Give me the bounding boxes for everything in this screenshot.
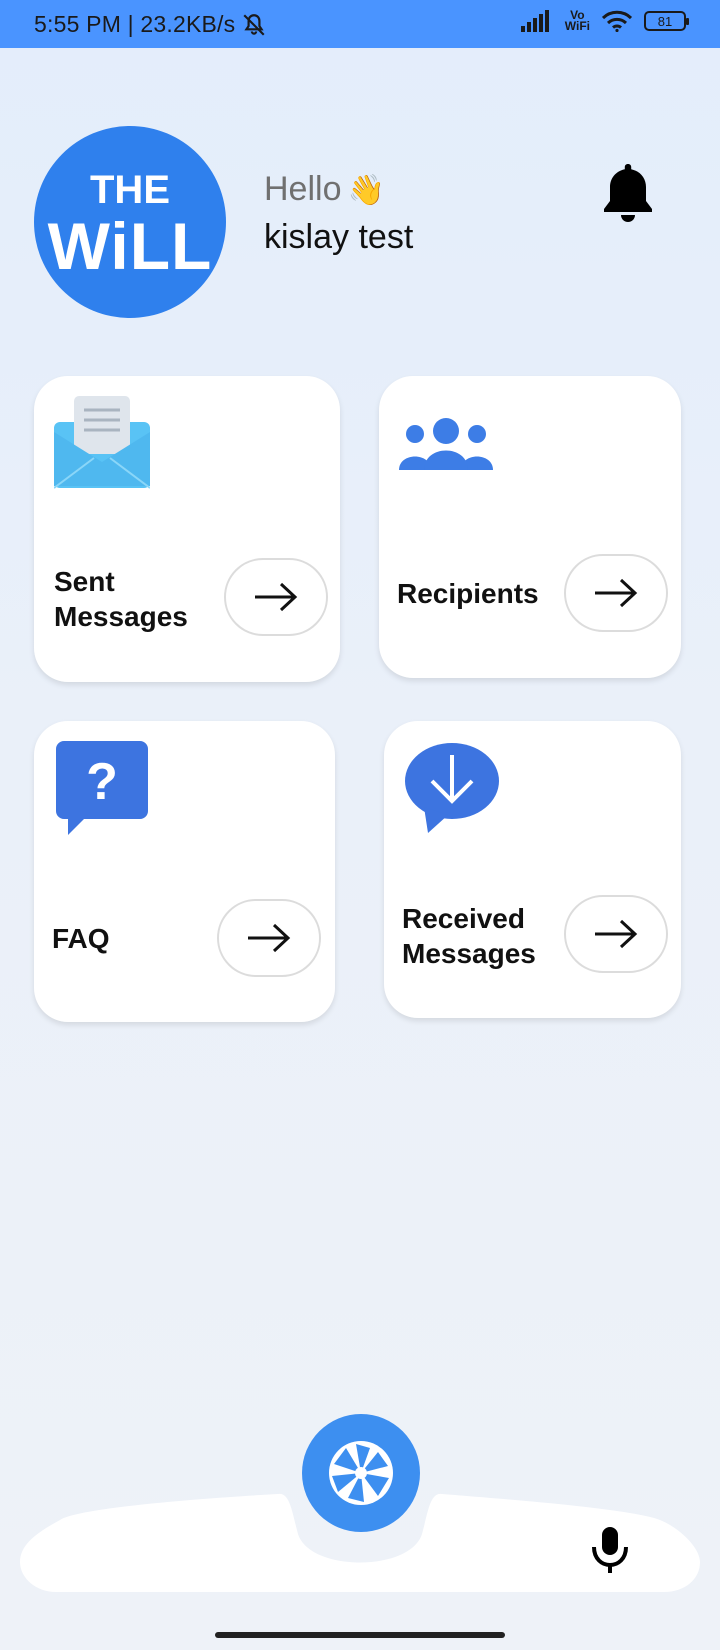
logo-line2: WiLL (47, 209, 213, 283)
sent-messages-arrow-button[interactable] (224, 558, 328, 636)
sent-messages-card[interactable]: Sent Messages (34, 376, 340, 682)
camera-fab-button[interactable] (302, 1414, 420, 1532)
received-label-line2: Messages (402, 938, 536, 969)
faq-card[interactable]: ? FAQ (34, 721, 335, 1022)
group-icon (399, 418, 493, 470)
home-indicator (215, 1632, 505, 1638)
battery-level: 81 (657, 13, 673, 29)
username: kislay test (264, 218, 414, 256)
received-label-line1: Received (402, 903, 525, 934)
camera-shutter-icon (329, 1441, 393, 1505)
mute-bell-icon (243, 13, 265, 36)
greeting: Hello 👋 (264, 170, 385, 209)
faq-label: FAQ (52, 923, 110, 954)
battery-indicator: 81 (644, 11, 689, 31)
status-right: Vo WiFi 81 (520, 9, 689, 33)
sent-label-line2: Messages (54, 601, 188, 632)
svg-text:?: ? (86, 753, 118, 811)
signal-icon (520, 10, 549, 32)
received-messages-card[interactable]: Received Messages (384, 721, 681, 1018)
arrow-right-icon (248, 923, 291, 953)
status-time-speed: 5:55 PM | 23.2KB/s (34, 11, 236, 37)
recipients-label: Recipients (397, 578, 539, 609)
faq-arrow-button[interactable] (217, 899, 321, 977)
sent-messages-label: Sent Messages (54, 564, 188, 634)
vowifi-indicator: Vo WiFi (564, 9, 590, 33)
app-logo: THE WiLL (34, 126, 226, 318)
sent-label-line1: Sent (54, 566, 115, 597)
arrow-right-icon (595, 919, 638, 949)
download-bubble-icon (405, 743, 499, 833)
question-bubble-icon: ? (56, 741, 148, 835)
arrow-right-icon (595, 578, 638, 608)
logo-line1: THE (90, 168, 170, 212)
status-bar: 5:55 PM | 23.2KB/s Vo WiFi 81 (0, 0, 720, 48)
received-messages-arrow-button[interactable] (564, 895, 668, 973)
recipients-card[interactable]: Recipients (379, 376, 681, 678)
status-left: 5:55 PM | 23.2KB/s (34, 11, 267, 38)
recipients-arrow-button[interactable] (564, 554, 668, 632)
bell-icon[interactable] (600, 160, 656, 224)
vowifi-bottom: WiFi (564, 19, 590, 33)
microphone-icon[interactable] (590, 1525, 630, 1575)
wifi-icon (602, 10, 632, 32)
arrow-right-icon (255, 582, 298, 612)
received-messages-label: Received Messages (402, 901, 536, 971)
wave-icon: 👋 (347, 174, 385, 207)
envelope-open-icon (54, 396, 150, 489)
greeting-text: Hello (264, 170, 342, 208)
